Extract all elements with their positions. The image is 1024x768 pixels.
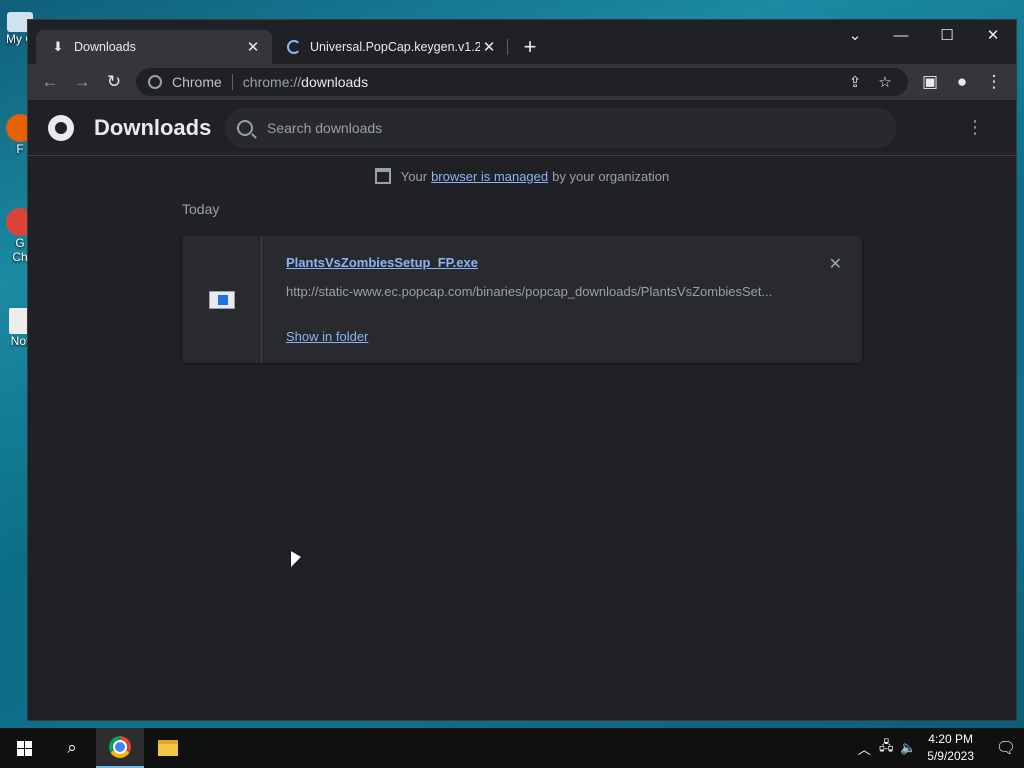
download-source-url: http://static-www.ec.popcap.com/binaries…: [286, 284, 773, 299]
network-icon[interactable]: 🖧: [875, 737, 897, 759]
profile-button[interactable]: ●: [946, 68, 978, 96]
url-path: downloads: [301, 74, 369, 90]
system-tray: ︿ 🖧 🔈 4:20 PM 5/9/2023 🗨: [853, 731, 1024, 765]
taskbar-chrome[interactable]: [96, 728, 144, 768]
search-icon: ⌕: [67, 738, 77, 757]
clock-time: 4:20 PM: [928, 732, 973, 746]
chrome-site-icon: [148, 75, 162, 89]
exe-file-icon: [208, 290, 235, 309]
side-panel-button[interactable]: ▣: [914, 68, 946, 96]
url-scheme: chrome://: [242, 74, 302, 90]
clock[interactable]: 4:20 PM 5/9/2023: [927, 731, 974, 765]
arrow-left-icon: ←: [41, 72, 59, 91]
remove-download-icon[interactable]: ✕: [829, 254, 842, 274]
search-icon: [237, 119, 253, 136]
start-button[interactable]: [0, 728, 48, 768]
search-box[interactable]: [225, 107, 897, 148]
page-title: Downloads: [94, 114, 212, 140]
tab-close-icon[interactable]: ✕: [244, 38, 262, 56]
url-text: chrome://downloads: [243, 74, 840, 90]
volume-icon[interactable]: 🔈: [897, 740, 919, 756]
notification-icon[interactable]: 🗨: [988, 738, 1024, 758]
share-icon[interactable]: ⇪: [840, 73, 870, 91]
chrome-logo-icon: [48, 114, 74, 141]
tab-label: Downloads: [74, 40, 136, 54]
forward-button[interactable]: →: [66, 68, 98, 96]
tab-close-icon[interactable]: ✕: [480, 38, 498, 56]
browser-window: ⬇ Downloads ✕ Universal.PopCap.keygen.v1…: [28, 20, 1016, 720]
downloads-header: Downloads ⋮: [28, 100, 1016, 156]
managed-link[interactable]: browser is managed: [431, 169, 548, 184]
date-group-label: Today: [182, 201, 220, 217]
arrow-right-icon: →: [73, 72, 91, 91]
site-info[interactable]: Chrome: [144, 74, 222, 90]
loading-spinner-icon: [286, 39, 302, 55]
maximize-icon[interactable]: ☐: [924, 20, 970, 50]
site-label: Chrome: [172, 74, 222, 90]
tab-label: Universal.PopCap.keygen.v1.2 THi: [310, 40, 480, 54]
chrome-icon: [109, 736, 131, 758]
taskbar: ⌕ ︿ 🖧 🔈 4:20 PM 5/9/2023 🗨: [0, 728, 1024, 768]
show-in-folder-link[interactable]: Show in folder: [286, 329, 368, 344]
omnibox-divider: [231, 74, 233, 90]
folder-icon: [158, 740, 178, 756]
search-taskbar-button[interactable]: ⌕: [48, 728, 96, 768]
new-tab-button[interactable]: +: [516, 33, 544, 61]
side-panel-icon: ▣: [921, 72, 939, 91]
more-actions-icon[interactable]: ⋮: [966, 117, 984, 138]
building-icon: [374, 168, 391, 184]
profile-icon: ●: [956, 72, 968, 91]
download-item-icon-area: [182, 236, 262, 363]
menu-button[interactable]: ⋮: [978, 68, 1010, 96]
minimize-icon[interactable]: —: [878, 20, 924, 50]
tab-strip: ⬇ Downloads ✕ Universal.PopCap.keygen.v1…: [28, 20, 1016, 64]
windows-logo-icon: [16, 740, 32, 756]
kebab-menu-icon: ⋮: [985, 72, 1003, 91]
reload-button[interactable]: ↻: [98, 68, 130, 96]
browser-toolbar: ← → ↻ Chrome chrome://downloads ⇪ ☆ ▣ ● …: [28, 64, 1016, 100]
chevron-up-icon[interactable]: ︿: [853, 739, 875, 758]
taskbar-file-explorer[interactable]: [144, 728, 192, 768]
download-item: PlantsVsZombiesSetup_FP.exe http://stati…: [182, 236, 862, 363]
download-item-body: PlantsVsZombiesSetup_FP.exe http://stati…: [262, 236, 862, 363]
managed-suffix: by your organization: [552, 168, 670, 184]
managed-prefix: Your: [400, 168, 428, 184]
tab-keygen[interactable]: Universal.PopCap.keygen.v1.2 THi ✕: [272, 30, 508, 64]
tab-downloads[interactable]: ⬇ Downloads ✕: [36, 30, 272, 64]
close-icon[interactable]: ✕: [970, 20, 1016, 50]
clock-date: 5/9/2023: [927, 749, 974, 763]
reload-icon: ↻: [106, 72, 122, 91]
search-input[interactable]: [267, 119, 867, 136]
download-icon: ⬇: [52, 39, 64, 54]
managed-notice: Your browser is managed by your organiza…: [28, 168, 1016, 184]
address-bar[interactable]: Chrome chrome://downloads ⇪ ☆: [136, 68, 908, 96]
back-button[interactable]: ←: [34, 68, 66, 96]
tab-search-icon[interactable]: ⌄: [832, 20, 878, 50]
bookmark-star-icon[interactable]: ☆: [870, 73, 900, 91]
download-filename-link[interactable]: PlantsVsZombiesSetup_FP.exe: [286, 255, 478, 270]
window-controls: ⌄ — ☐ ✕: [832, 20, 1016, 50]
